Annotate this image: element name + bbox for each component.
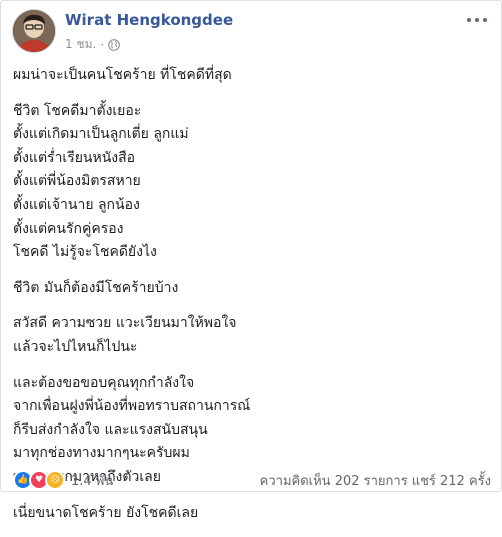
paragraph: ชีวิต มันก็ต้องมีโชคร้ายบ้าง [13, 277, 489, 301]
paragraph: ชีวิต โชคดีมาตั้งเยอะ ตั้งแต่เกิดมาเป็นล… [13, 100, 489, 265]
text-line: มาทุกช่องทางมากๆนะครับผม [13, 445, 190, 462]
text-line: ผมน่าจะเป็นคนโชคร้าย ที่โชคดีที่สุด [13, 67, 232, 83]
text-line: ตั้งแต่คนรักคู่ครอง [13, 220, 124, 237]
meta-separator: · [100, 37, 105, 52]
text-line: โชคดี ไม่รู้จะโชคดียังไง [13, 244, 157, 261]
reactions-summary[interactable]: 👍 ♥ ☹ 1.4 พัน [13, 470, 113, 491]
author-name[interactable]: Wirat Hengkongdee [65, 11, 233, 29]
post-header: Wirat Hengkongdee 1 ชม. · [12, 9, 489, 55]
post-card: Wirat Hengkongdee 1 ชม. · ผมน่าจะเป็นคนโ… [0, 0, 502, 521]
comment-count[interactable]: ความคิดเห็น 202 รายการ [260, 470, 408, 491]
text-line: ชีวิต มันก็ต้องมีโชคร้ายบ้าง [13, 279, 179, 296]
text-line: เนี่ยขนาดโชคร้าย ยังโชคดีเลย [13, 504, 199, 521]
post-meta: 1 ชม. · [65, 35, 121, 54]
paragraph: สวัสดี ความซวย แวะเวียนมาให้พอใจ แล้วจะไ… [13, 312, 489, 359]
paragraph: เนี่ยขนาดโชคร้าย ยังโชคดีเลย [13, 502, 489, 526]
reaction-icons: 👍 ♥ ☹ [13, 470, 65, 490]
text-line: สวัสดี ความซวย แวะเวียนมาให้พอใจ [13, 315, 237, 332]
post-footer: 👍 ♥ ☹ 1.4 พัน ความคิดเห็น 202 รายการ แชร… [13, 469, 491, 491]
text-line: ตั้งแต่ร่ำเรียนหนังสือ [13, 149, 136, 166]
text-line: ตั้งแต่พี่น้องมิตรสหาย [13, 173, 141, 190]
text-line: และต้องขอขอบคุณทุกกำลังใจ [13, 374, 195, 391]
text-line: แล้วจะไปไหนก็ไปนะ [13, 338, 138, 355]
post-time[interactable]: 1 ชม. [65, 35, 96, 54]
paragraph: ผมน่าจะเป็นคนโชคร้าย ที่โชคดีที่สุด [13, 64, 489, 88]
share-count[interactable]: แชร์ 212 ครั้ง [412, 470, 491, 491]
text-line: ชีวิต โชคดีมาตั้งเยอะ [13, 102, 142, 119]
text-line: ตั้งแต่เกิดมาเป็นลูกเตี่ย ลูกแม่ [13, 126, 189, 143]
text-line: จากเพื่อนฝูงพี่น้องที่พอทราบสถานการณ์ [13, 398, 251, 415]
sad-reaction-icon: ☹ [45, 470, 65, 490]
reaction-count[interactable]: 1.4 พัน [71, 470, 113, 491]
avatar[interactable] [12, 9, 56, 53]
engagement-stats: ความคิดเห็น 202 รายการ แชร์ 212 ครั้ง [260, 470, 491, 491]
globe-icon[interactable] [108, 38, 121, 51]
more-options-icon[interactable] [467, 15, 487, 25]
text-line: ก็รีบส่งกำลังใจ และแรงสนับสนุน [13, 421, 208, 438]
text-line: ตั้งแต่เจ้านาย ลูกน้อง [13, 196, 140, 213]
post-text: ผมน่าจะเป็นคนโชคร้าย ที่โชคดีที่สุด ชีวิ… [13, 64, 489, 537]
